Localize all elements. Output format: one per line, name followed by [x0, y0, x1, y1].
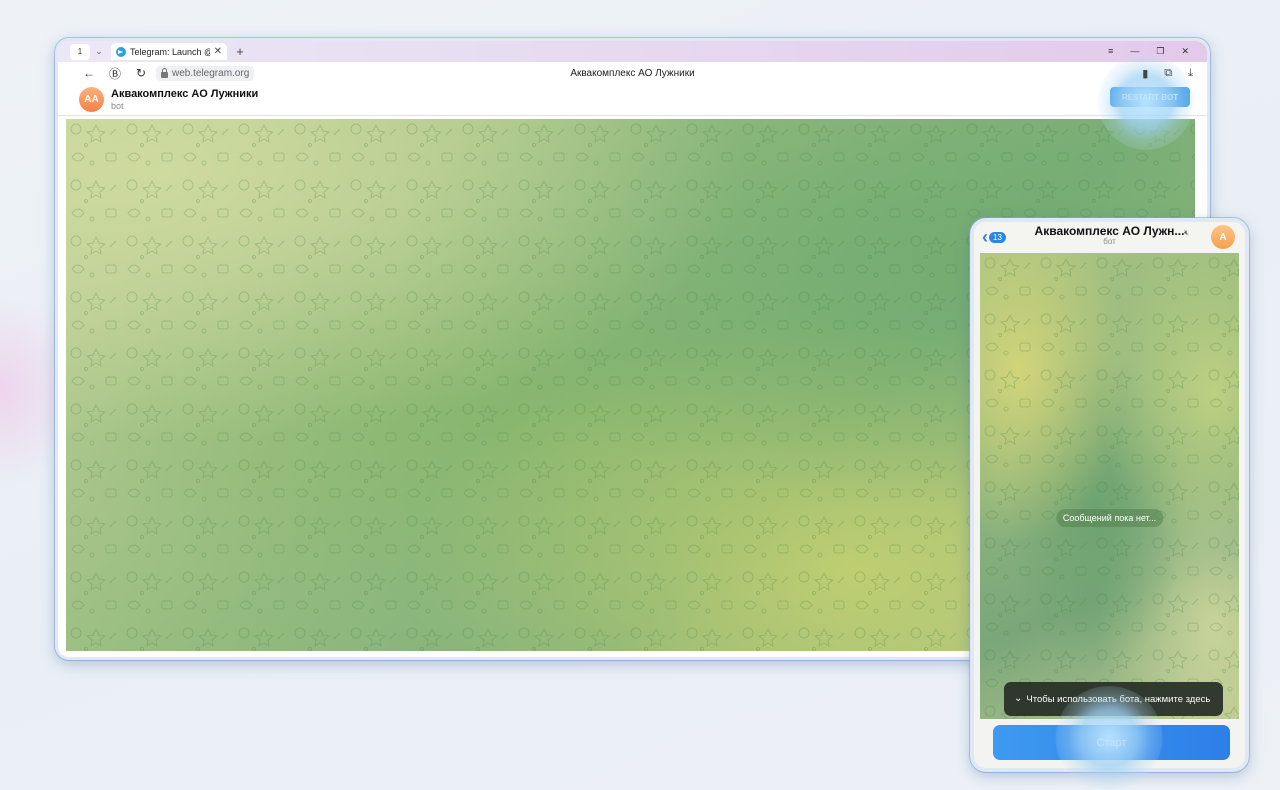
menu-icon[interactable]: ≡ — [1108, 46, 1113, 57]
restart-bot-button[interactable]: RESTART BOT — [1110, 87, 1190, 107]
minimize-icon[interactable]: — — [1130, 46, 1139, 57]
telegram-icon — [116, 46, 126, 57]
tab-bar: 1 ⌄ Telegram: Launch @ac ✕ + ≡ — ❐ ✕ — [58, 41, 1207, 62]
tab-title: Telegram: Launch @ac — [130, 46, 210, 57]
chat-title[interactable]: Аквакомплекс АО Лужники — [111, 88, 258, 101]
mute-icon: 🔇︎ — [1183, 228, 1189, 237]
hint-text: Чтобы использовать бота, нажмите здесь — [1026, 693, 1211, 705]
back-chevron-icon: ‹ — [982, 227, 988, 247]
start-button[interactable]: Старт — [993, 725, 1230, 760]
url-field[interactable]: web.telegram.org — [156, 65, 255, 81]
yandex-icon[interactable]: Ⓑ — [102, 65, 128, 82]
tab-close-icon[interactable]: ✕ — [214, 46, 222, 57]
address-bar: ← Ⓑ ↻ web.telegram.org Аквакомплекс АО Л… — [58, 62, 1207, 84]
mobile-avatar[interactable]: А — [1211, 225, 1235, 249]
mobile-doodle-pattern — [980, 253, 1239, 719]
new-tab-button[interactable]: + — [233, 45, 247, 59]
chat-header: АА Аквакомплекс АО Лужники bot RESTART B… — [58, 84, 1207, 116]
mobile-chat-subtitle: бот — [1103, 237, 1116, 247]
lock-icon — [161, 67, 168, 78]
back-icon[interactable]: ← — [76, 66, 102, 80]
back-button[interactable]: ‹ 13 — [982, 228, 1006, 246]
start-hint-tooltip: ⌄ Чтобы использовать бота, нажмите здесь — [1004, 682, 1223, 716]
chat-subtitle: bot — [111, 100, 124, 111]
maximize-icon[interactable]: ❐ — [1156, 46, 1164, 57]
download-icon[interactable]: ⤓ — [1188, 67, 1193, 80]
close-icon[interactable]: ✕ — [1181, 46, 1189, 57]
mobile-chat-background: Сообщений пока нет... — [980, 253, 1239, 719]
url-text: web.telegram.org — [172, 67, 250, 79]
avatar[interactable]: АА — [79, 87, 104, 112]
browser-tab[interactable]: Telegram: Launch @ac ✕ — [111, 43, 227, 60]
tab-count-button[interactable]: 1 — [70, 43, 90, 60]
bookmark-icon[interactable]: ▮ — [1142, 67, 1148, 80]
mobile-chat-header: ‹ 13 Аквакомплекс АО Лужн... бот 🔇︎ А — [974, 222, 1245, 252]
tab-dropdown-icon[interactable]: ⌄ — [90, 46, 108, 57]
mobile-device: ‹ 13 Аквакомплекс АО Лужн... бот 🔇︎ А Со… — [970, 218, 1249, 772]
extensions-icon[interactable]: ⧉ — [1164, 67, 1172, 80]
unread-badge: 13 — [989, 231, 1006, 243]
reload-icon[interactable]: ↻ — [128, 66, 154, 80]
empty-chat-label: Сообщений пока нет... — [1055, 509, 1164, 527]
chevron-double-down-icon: ⌄ — [1014, 693, 1023, 704]
mobile-chat-title[interactable]: Аквакомплекс АО Лужн... — [974, 224, 1245, 238]
